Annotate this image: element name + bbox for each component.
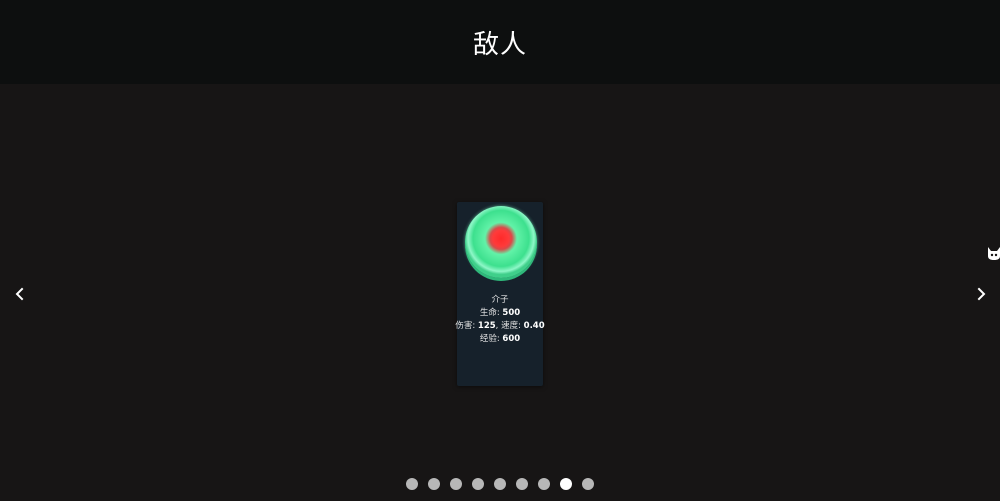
carousel-pager xyxy=(0,478,1000,490)
enemy-name: 介子 xyxy=(491,295,509,305)
pager-dot[interactable] xyxy=(406,478,418,490)
exp-value: 600 xyxy=(502,334,521,344)
speed-value: 0.40 xyxy=(523,321,545,331)
pager-dot[interactable] xyxy=(516,478,528,490)
hp-value: 500 xyxy=(502,308,521,318)
chevron-left-icon xyxy=(15,287,24,301)
pager-dot[interactable] xyxy=(472,478,484,490)
damage-label: 伤害: xyxy=(455,321,476,331)
next-button[interactable] xyxy=(974,286,988,302)
chevron-right-icon xyxy=(977,287,986,301)
damage-value: 125 xyxy=(477,321,496,331)
header-bar: 敌人 xyxy=(0,0,1000,84)
enemy-exp-line: 经验: 600 xyxy=(447,333,553,346)
hp-label: 生命: xyxy=(479,308,500,318)
enemy-hp-line: 生命: 500 xyxy=(447,307,553,320)
page-title: 敌人 xyxy=(472,29,527,60)
enemy-info: 介子 生命: 500 伤害: 125, 速度: 0.40 经验: 600 xyxy=(447,294,553,346)
pager-dot[interactable] xyxy=(450,478,462,490)
pager-dot[interactable] xyxy=(428,478,440,490)
pager-dot[interactable] xyxy=(560,478,572,490)
pager-dot[interactable] xyxy=(538,478,550,490)
enemy-card[interactable]: 介子 生命: 500 伤害: 125, 速度: 0.40 经验: 600 xyxy=(455,202,545,386)
exp-label: 经验: xyxy=(479,334,500,344)
prev-button[interactable] xyxy=(13,286,27,302)
enemy-damage-line: 伤害: 125, 速度: 0.40 xyxy=(447,320,553,333)
pager-dot[interactable] xyxy=(494,478,506,490)
pager-dot[interactable] xyxy=(582,478,594,490)
github-cat-icon[interactable] xyxy=(986,245,1000,263)
speed-label: , 速度: xyxy=(495,321,521,331)
meson-orb-icon xyxy=(465,206,537,278)
